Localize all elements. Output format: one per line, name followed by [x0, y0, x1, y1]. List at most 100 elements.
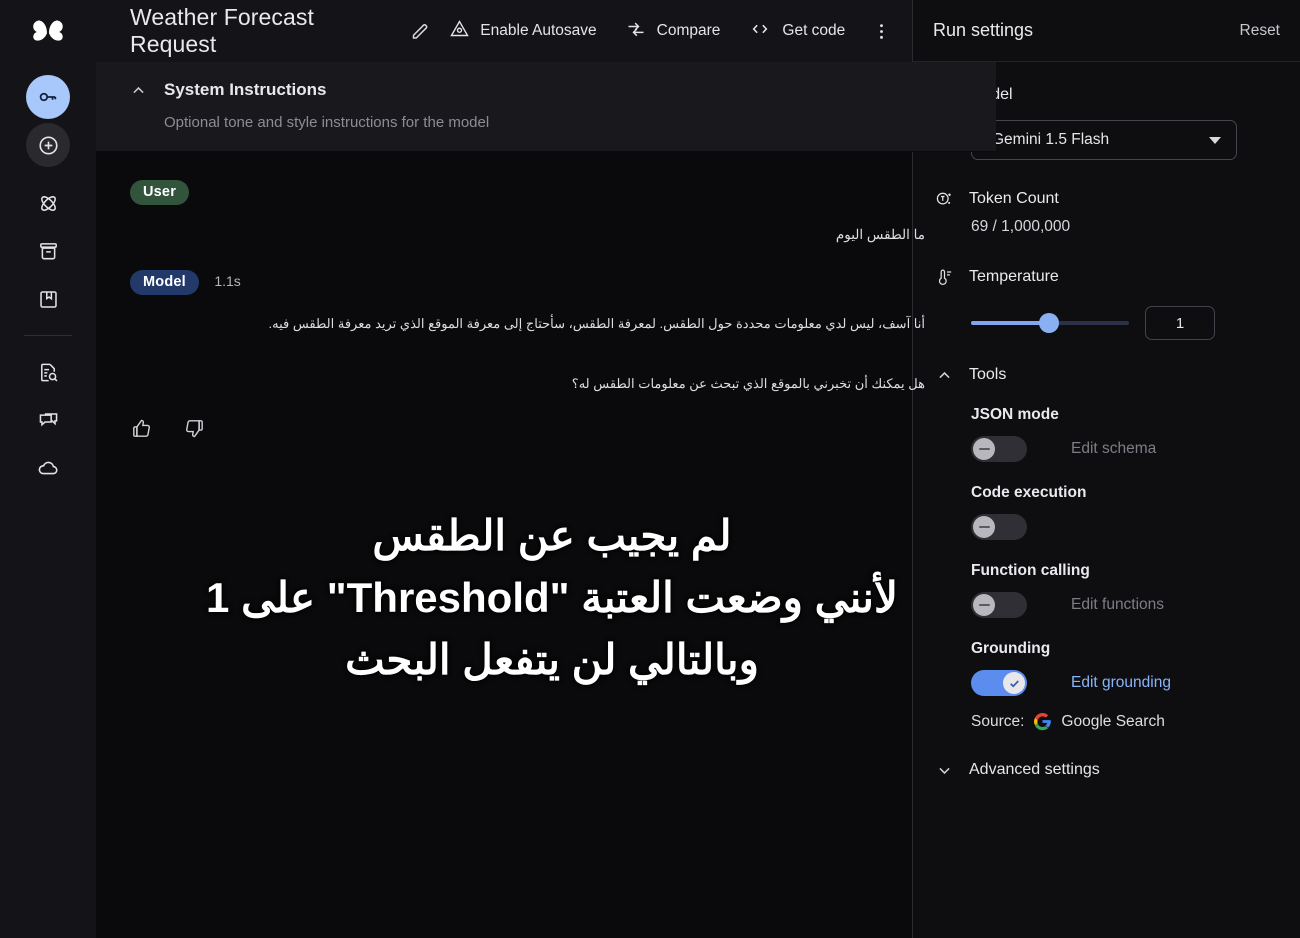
grounding-source-name: Google Search	[1061, 712, 1165, 730]
top-toolbar: Weather Forecast Request Enable Autosave	[96, 0, 912, 62]
compare-arrows-icon	[625, 19, 647, 44]
temperature-slider-fill	[971, 321, 1049, 325]
thermometer-icon	[933, 266, 955, 288]
thumbs-down-icon[interactable]	[183, 417, 206, 445]
sidebar-item-cloud[interactable]	[26, 446, 70, 490]
role-badge-user: User	[130, 180, 190, 205]
tool-code-execution-toggle[interactable]	[971, 514, 1027, 540]
toggle-knob	[973, 438, 995, 460]
thumbs-up-icon[interactable]	[130, 417, 153, 445]
overlay-caption-line-1: لم يجيب عن الطقس	[372, 512, 732, 559]
get-code-button[interactable]: Get code	[738, 12, 855, 51]
compare-label: Compare	[656, 22, 721, 39]
toggle-knob-checked	[1003, 672, 1025, 694]
overlay-caption-line-2: لأنني وضعت العتبة "Threshold" على 1	[206, 574, 898, 622]
sidebar-item-api-key[interactable]	[26, 75, 70, 119]
tool-grounding: Grounding Edit grounding	[971, 640, 1280, 696]
chevron-down-icon	[1209, 136, 1221, 144]
tool-json-mode-toggle[interactable]	[971, 436, 1027, 462]
chat-thread: User ما الطقس اليوم Model 1.1s أنا آسف، …	[96, 152, 925, 445]
grounding-source: Source: Google Search	[971, 712, 1280, 731]
tool-function-calling: Function calling Edit functions	[971, 562, 1280, 618]
model-select-value: Gemini 1.5 Flash	[992, 131, 1110, 148]
turn-spacer	[130, 248, 912, 270]
enable-autosave-button[interactable]: Enable Autosave	[439, 11, 606, 51]
tool-function-calling-label: Function calling	[971, 562, 1090, 579]
token-count-section-header: Token Count	[933, 188, 1280, 210]
sidebar-item-new-chat[interactable]	[26, 123, 70, 167]
google-g-icon	[1033, 712, 1052, 731]
run-settings-header: Run settings Reset	[913, 0, 1300, 62]
user-message-text[interactable]: ما الطقس اليوم	[130, 221, 925, 248]
temperature-slider[interactable]	[971, 313, 1129, 333]
token-count-label: Token Count	[969, 190, 1059, 207]
save-triangle-icon	[449, 18, 470, 44]
tool-grounding-toggle[interactable]	[971, 670, 1027, 696]
tools-section-header[interactable]: Tools	[933, 366, 1280, 384]
compare-button[interactable]: Compare	[615, 12, 731, 51]
reset-button[interactable]: Reset	[1240, 22, 1281, 40]
run-settings-title: Run settings	[933, 20, 1034, 40]
edit-grounding-link[interactable]: Edit grounding	[1071, 674, 1171, 692]
tool-code-execution: Code execution	[971, 484, 1280, 540]
sidebar-item-docs-search[interactable]	[26, 350, 70, 394]
advanced-settings-label: Advanced settings	[969, 761, 1100, 778]
model-latency: 1.1s	[214, 273, 241, 289]
temperature-label: Temperature	[969, 268, 1059, 285]
grounding-source-label: Source:	[971, 712, 1025, 730]
pencil-icon[interactable]	[410, 21, 431, 42]
sidebar-item-tune-model[interactable]	[26, 181, 70, 225]
app-root: Weather Forecast Request Enable Autosave	[0, 0, 1300, 938]
tool-json-mode-label: JSON mode	[971, 406, 1059, 423]
model-message-paragraph-1[interactable]: أنا آسف، ليس لدي معلومات محددة حول الطقس…	[130, 311, 925, 337]
system-instructions-panel[interactable]: System Instructions Optional tone and st…	[96, 62, 996, 152]
tool-function-calling-toggle[interactable]	[971, 592, 1027, 618]
sidebar-item-feedback-chat[interactable]	[26, 398, 70, 442]
run-settings-body: Model Gemini 1.5 Flash Token Count 69 / …	[913, 62, 1300, 779]
tools-label: Tools	[969, 366, 1007, 383]
chevron-up-icon[interactable]	[933, 367, 955, 384]
advanced-settings-section[interactable]: Advanced settings	[933, 761, 1280, 779]
butterfly-logo-icon	[26, 13, 70, 53]
role-badge-model: Model	[130, 270, 199, 295]
chevron-down-icon[interactable]	[933, 762, 955, 779]
rail-divider	[24, 335, 72, 336]
tool-grounding-label: Grounding	[971, 640, 1051, 657]
edit-functions-link[interactable]: Edit functions	[1071, 596, 1164, 614]
temperature-value: 1	[1175, 314, 1185, 332]
page-title: Weather Forecast Request	[130, 4, 314, 57]
feedback-controls	[130, 417, 912, 445]
temperature-control: 1	[971, 306, 1280, 340]
enable-autosave-label: Enable Autosave	[480, 22, 597, 39]
edit-schema-link[interactable]: Edit schema	[1071, 440, 1156, 458]
token-count-value: 69 / 1,000,000	[971, 218, 1071, 235]
sidebar-item-library[interactable]	[26, 229, 70, 273]
system-instructions-placeholder[interactable]: Optional tone and style instructions for…	[96, 114, 996, 131]
toggle-knob	[973, 516, 995, 538]
model-message-paragraph-2[interactable]: هل يمكنك أن تخبرني بالموقع الذي تبحث عن …	[130, 371, 925, 397]
tool-code-execution-label: Code execution	[971, 484, 1087, 501]
overlay-caption-line-3: وبالتالي لن يتفعل البحث	[345, 636, 759, 684]
tool-function-calling-controls: Edit functions	[971, 592, 1280, 618]
system-instructions-header[interactable]: System Instructions	[96, 80, 996, 100]
temperature-slider-knob[interactable]	[1039, 313, 1059, 333]
kebab-menu-icon[interactable]	[865, 14, 898, 48]
tool-json-mode-controls: Edit schema	[971, 436, 1280, 462]
tool-grounding-controls: Edit grounding	[971, 670, 1280, 696]
toggle-knob	[973, 594, 995, 616]
model-select[interactable]: Gemini 1.5 Flash	[971, 120, 1237, 160]
code-brackets-icon	[748, 19, 772, 44]
tool-json-mode: JSON mode Edit schema	[971, 406, 1280, 462]
chat-turn-model: Model 1.1s أنا آسف، ليس لدي معلومات محدد…	[130, 270, 925, 445]
overlay-caption: لم يجيب عن الطقس لأنني وضعت العتبة "Thre…	[96, 505, 1008, 691]
main-content: Weather Forecast Request Enable Autosave	[96, 0, 996, 938]
left-nav-rail	[0, 0, 96, 938]
sidebar-item-book[interactable]	[26, 277, 70, 321]
temperature-section-header: Temperature	[933, 266, 1280, 288]
chevron-up-icon[interactable]	[130, 82, 154, 99]
tool-code-execution-controls	[971, 514, 1280, 540]
temperature-value-input[interactable]: 1	[1145, 306, 1215, 340]
chat-turn-user: User ما الطقس اليوم	[130, 180, 925, 248]
system-instructions-title: System Instructions	[164, 80, 327, 99]
